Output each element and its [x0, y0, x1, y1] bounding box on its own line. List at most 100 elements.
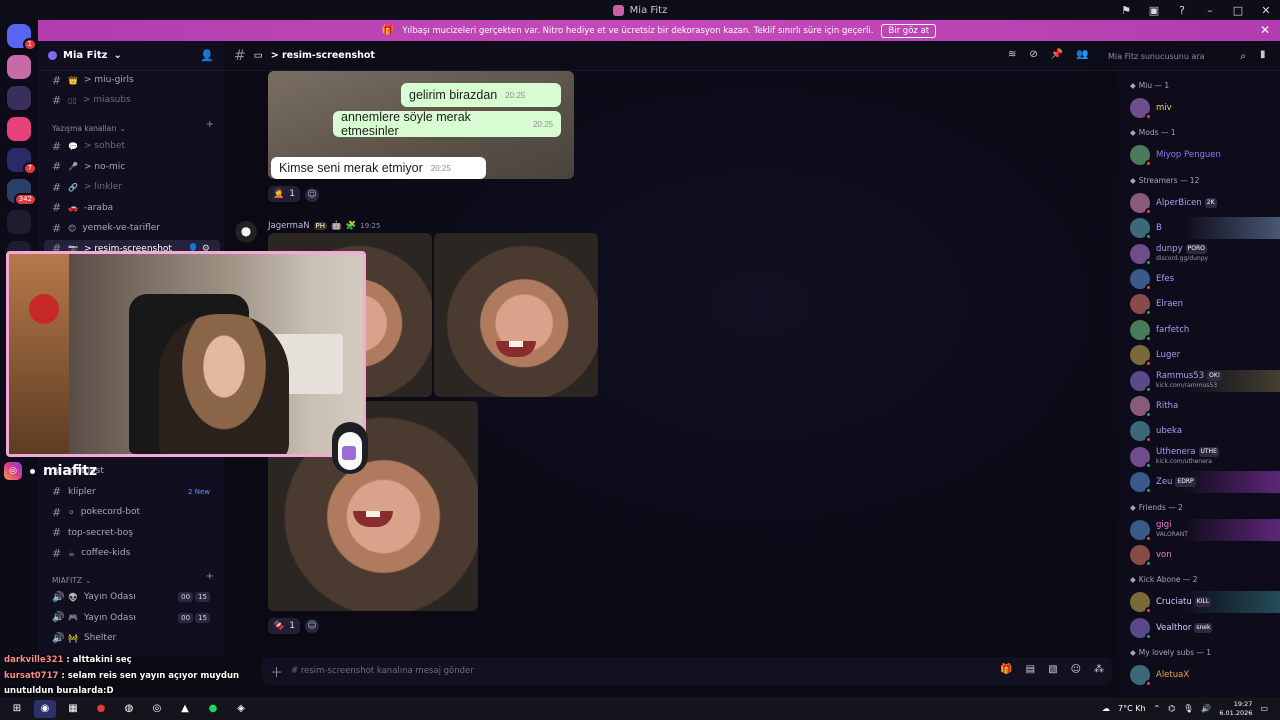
- maximize-icon[interactable]: □: [1224, 0, 1252, 20]
- member-item[interactable]: Cruciatu KILL: [1118, 591, 1280, 615]
- member-item[interactable]: ubeka: [1118, 420, 1280, 444]
- member-item[interactable]: Uthenera UTHE kick.com/uthenera: [1118, 446, 1280, 469]
- sticker-icon[interactable]: ▧: [1048, 664, 1057, 675]
- member-tag: snek: [1194, 622, 1213, 633]
- mic-icon[interactable]: 🎙: [1183, 704, 1193, 713]
- member-item[interactable]: von: [1118, 544, 1280, 567]
- help-icon[interactable]: ?: [1168, 0, 1196, 20]
- channel-item[interactable]: # 👑 > miu-girls: [38, 71, 224, 89]
- channel-item[interactable]: # 💬 > sohbet: [38, 137, 224, 155]
- member-item[interactable]: Miyop Penguen: [1118, 144, 1280, 168]
- avatar: [1130, 145, 1152, 168]
- server-mia-icon[interactable]: [7, 55, 31, 79]
- member-item[interactable]: Zeu EDRP: [1118, 471, 1280, 495]
- channel-item[interactable]: # ⚪ pokecord-bot: [38, 503, 224, 521]
- add-reaction-icon[interactable]: ☺: [305, 188, 319, 202]
- server-header[interactable]: Mia Fitz ⌄ 👤: [38, 41, 224, 71]
- channel-item[interactable]: # top-secret-boş: [38, 524, 224, 542]
- banner-button[interactable]: Bir göz at: [881, 23, 937, 38]
- member-item[interactable]: Ritha: [1118, 395, 1280, 418]
- volume-icon[interactable]: 🔊: [1201, 704, 1211, 713]
- channel-item[interactable]: # klipler 2 New: [38, 483, 224, 501]
- close-banner-icon[interactable]: ✕: [1260, 23, 1270, 37]
- discord-logo-icon[interactable]: 1: [7, 24, 37, 51]
- inbox-icon[interactable]: ▮: [1260, 49, 1266, 60]
- pin-icon[interactable]: 📌: [1051, 49, 1063, 60]
- server-heart-icon[interactable]: [7, 117, 31, 141]
- attachment-image[interactable]: [434, 233, 598, 397]
- inbox-icon[interactable]: ▣: [1140, 0, 1168, 20]
- member-item[interactable]: Elraen: [1118, 293, 1280, 317]
- close-window-icon[interactable]: ✕: [1252, 0, 1280, 20]
- member-item[interactable]: AlperBicen 2K: [1118, 192, 1280, 215]
- app-icon[interactable]: ▲: [174, 700, 196, 718]
- server-group-icon[interactable]: 342: [7, 179, 37, 206]
- member-item[interactable]: dunpy PORO discord.gg/dunpy: [1118, 243, 1280, 266]
- steam-icon[interactable]: ◈: [230, 700, 252, 718]
- member-item[interactable]: miv: [1118, 97, 1280, 120]
- reaction-pill[interactable]: 🍫 1: [268, 618, 300, 634]
- server-pixel-icon[interactable]: 7: [7, 148, 37, 175]
- status-indicator: [1145, 411, 1152, 418]
- voice-channel[interactable]: 🔊 👽 Yayın Odası 00 15: [38, 588, 224, 606]
- member-item[interactable]: AletuaX: [1118, 664, 1280, 688]
- message-input[interactable]: ＋ # resim-screenshot kanalına mesaj gönd…: [262, 657, 1112, 685]
- threads-icon[interactable]: ≋: [1008, 49, 1016, 60]
- channel-item[interactable]: # 🚗 -araba: [38, 199, 224, 217]
- weather-text[interactable]: 7°C Kh: [1118, 704, 1146, 713]
- voice-channel[interactable]: 🔊 🚧 Shelter: [38, 629, 224, 647]
- clock[interactable]: 19:27 6.01.2026: [1219, 700, 1252, 718]
- mute-icon[interactable]: ⊘: [1029, 49, 1037, 60]
- member-name: Ritha: [1156, 401, 1179, 411]
- author-name[interactable]: JagermaN: [268, 221, 310, 231]
- category-header[interactable]: MIAFITZ ⌄: [52, 573, 91, 587]
- members-icon[interactable]: 👥: [1076, 49, 1088, 60]
- avatar[interactable]: [234, 221, 258, 245]
- add-reaction-icon[interactable]: ☺: [305, 619, 319, 633]
- channel-item[interactable]: # 😊 yemek-ve-tarifler: [38, 219, 224, 237]
- member-list: ◆ Miu — 1 miv ◆ Mods — 1 Miyop Penguen ◆ Stream…: [1118, 71, 1280, 700]
- add-channel-icon[interactable]: +: [206, 571, 214, 582]
- reaction-pill[interactable]: 🤦 1: [268, 186, 300, 202]
- member-item[interactable]: Luger: [1118, 344, 1280, 368]
- notification-icon[interactable]: ▭: [1260, 704, 1268, 713]
- avatar: [1130, 192, 1152, 215]
- network-icon[interactable]: ⌬: [1168, 704, 1175, 713]
- add-member-icon[interactable]: 👤: [200, 49, 214, 62]
- server-crown-icon[interactable]: [7, 86, 31, 110]
- flag-icon[interactable]: ⚑: [1112, 0, 1140, 20]
- emoji-icon[interactable]: ☺: [1071, 664, 1081, 675]
- record-icon[interactable]: ●: [90, 700, 112, 718]
- member-item[interactable]: Vealthor snek: [1118, 617, 1280, 640]
- category-header[interactable]: Yazışma kanalları ⌄: [52, 121, 126, 135]
- gif-icon[interactable]: ▤: [1026, 664, 1035, 675]
- channel-item[interactable]: # 🎤 > no-mic: [38, 158, 224, 176]
- whatsapp-screenshot[interactable]: gelirim birazdan 20:25 annemlere söyle mer…: [268, 71, 574, 179]
- title-bar: Mia Fitz ⚑ ▣ ? – □ ✕: [0, 0, 1280, 20]
- add-server-icon[interactable]: [7, 210, 31, 234]
- discord-app-icon[interactable]: ◉: [34, 699, 56, 718]
- minimize-icon[interactable]: –: [1196, 0, 1224, 20]
- gift-icon[interactable]: 🎁: [1000, 664, 1012, 675]
- obs-icon[interactable]: ◎: [146, 700, 168, 718]
- browser-icon[interactable]: ◍: [118, 700, 140, 718]
- chevron-up-icon[interactable]: ⌃: [1154, 704, 1161, 713]
- channel-item[interactable]: # ▯▯ > miasubs: [38, 91, 224, 109]
- channel-item[interactable]: # ☕ coffee-kids: [38, 544, 224, 562]
- add-channel-icon[interactable]: +: [206, 119, 214, 130]
- channel-item[interactable]: # 🔗 > linkler: [38, 178, 224, 196]
- member-item[interactable]: Rammus53 OK! kick.com/rammus53: [1118, 369, 1280, 393]
- voice-channel[interactable]: 🔊 🎮 Yayın Odası 00 15: [38, 609, 224, 627]
- member-item[interactable]: Efes: [1118, 268, 1280, 291]
- windows-start-icon[interactable]: ⊞: [6, 700, 28, 718]
- apps-icon[interactable]: ⁂: [1094, 664, 1104, 675]
- member-item[interactable]: farfetch: [1118, 319, 1280, 342]
- search-input[interactable]: Mia Fitz sunucusunu ara ⌕: [1104, 47, 1250, 65]
- member-status: VALORANT: [1156, 530, 1188, 538]
- window-controls: ⚑ ▣ ? – □ ✕: [1112, 0, 1280, 20]
- spotify-icon[interactable]: ●: [202, 700, 224, 718]
- chat-message: alttakini seç: [72, 655, 132, 665]
- member-item[interactable]: gigi VALORANT: [1118, 518, 1280, 542]
- member-item[interactable]: B: [1118, 217, 1280, 241]
- folder-icon[interactable]: ▦: [62, 700, 84, 718]
